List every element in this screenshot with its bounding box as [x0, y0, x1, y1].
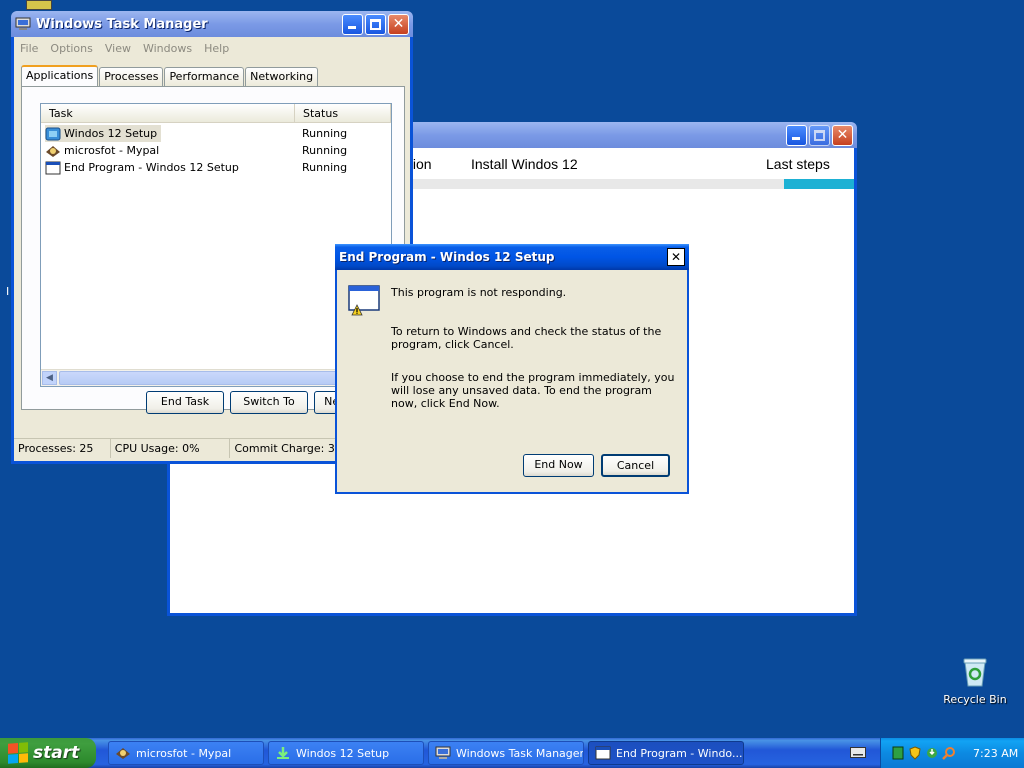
- dialog-message-3: If you choose to end the program immedia…: [391, 371, 675, 410]
- scroll-left-icon[interactable]: ◀: [42, 371, 57, 385]
- mypal-icon: [46, 145, 60, 157]
- warning-window-icon: [348, 285, 380, 316]
- dialog-message-1: This program is not responding.: [391, 286, 567, 299]
- taskmgr-icon: [435, 746, 451, 759]
- menu-view[interactable]: View: [105, 42, 131, 55]
- step-label: Install Windos 12: [471, 156, 578, 172]
- table-row[interactable]: End Program - Windos 12 Setup Running: [41, 159, 391, 176]
- mypal-icon: [116, 748, 130, 759]
- task-list-header: Task Status: [41, 104, 391, 123]
- taskbar: start microsfot - Mypal Windos 12 Setup …: [0, 738, 1024, 768]
- menu-options[interactable]: Options: [50, 42, 92, 55]
- taskbar-item-task-manager[interactable]: Windows Task Manager: [428, 741, 584, 765]
- taskbar-item-label: Windows Task Manager: [456, 746, 584, 760]
- column-status[interactable]: Status: [295, 104, 391, 122]
- dialog-titlebar[interactable]: End Program - Windos 12 Setup ✕: [335, 244, 689, 270]
- setup-progress-fill: [784, 179, 854, 189]
- maximize-button[interactable]: [809, 125, 830, 146]
- table-row[interactable]: microsfot - Mypal Running: [41, 142, 391, 159]
- tab-networking[interactable]: Networking: [245, 67, 319, 87]
- menu-bar: File Options View Windows Help: [14, 37, 410, 59]
- task-status: Running: [302, 127, 348, 140]
- window-icon: [45, 161, 61, 174]
- step-label: Last steps: [766, 156, 830, 172]
- close-button[interactable]: ✕: [667, 248, 685, 266]
- close-button[interactable]: ✕: [832, 125, 853, 146]
- taskbar-item-mypal[interactable]: microsfot - Mypal: [108, 741, 264, 765]
- menu-windows[interactable]: Windows: [143, 42, 192, 55]
- task-name: Windos 12 Setup: [64, 127, 158, 140]
- task-name: End Program - Windos 12 Setup: [64, 161, 239, 174]
- recycle-bin-icon: [963, 658, 987, 687]
- recycle-bin-label: Recycle Bin: [943, 693, 1007, 706]
- dialog-title: End Program - Windos 12 Setup: [339, 250, 555, 264]
- maximize-button[interactable]: [365, 14, 386, 35]
- setup-icon: [45, 127, 61, 140]
- table-row[interactable]: Windos 12 Setup Running: [41, 125, 391, 142]
- column-task[interactable]: Task: [41, 104, 295, 122]
- tab-performance[interactable]: Performance: [164, 67, 245, 87]
- task-status: Running: [302, 144, 348, 157]
- menu-file[interactable]: File: [20, 42, 38, 55]
- scroll-thumb[interactable]: [59, 371, 369, 385]
- text-cursor-icon: I: [6, 285, 10, 298]
- taskbar-item-label: microsfot - Mypal: [136, 746, 232, 760]
- start-button[interactable]: start: [0, 738, 96, 768]
- update-icon[interactable]: [925, 746, 939, 760]
- clock[interactable]: 7:23 AM: [973, 747, 1018, 760]
- taskbar-item-end-program[interactable]: End Program - Windo...: [588, 741, 744, 765]
- task-manager-titlebar[interactable]: Windows Task Manager ✕: [11, 11, 413, 37]
- end-program-dialog[interactable]: End Program - Windos 12 Setup ✕ This pro…: [335, 244, 689, 494]
- end-task-button[interactable]: End Task: [146, 391, 224, 414]
- security-shield-icon[interactable]: [908, 746, 922, 760]
- desktop-shortcut-icon[interactable]: [26, 0, 52, 10]
- recycle-bin[interactable]: Recycle Bin: [940, 656, 1010, 706]
- dialog-message-2: To return to Windows and check the statu…: [391, 325, 662, 351]
- end-now-button[interactable]: End Now: [523, 454, 594, 477]
- network-icon[interactable]: [891, 746, 905, 760]
- computer-icon: [15, 17, 31, 30]
- switch-to-button[interactable]: Switch To: [230, 391, 308, 414]
- task-status: Running: [302, 161, 348, 174]
- window-title: Windows Task Manager: [36, 16, 208, 32]
- window-icon: [595, 746, 611, 760]
- task-name: microsfot - Mypal: [64, 144, 160, 157]
- status-cpu: CPU Usage: 0%: [111, 439, 231, 458]
- taskbar-item-label: End Program - Windo...: [616, 746, 743, 760]
- setup-icon: [277, 747, 289, 759]
- minimize-button[interactable]: [342, 14, 363, 35]
- status-processes: Processes: 25: [14, 439, 111, 458]
- keyboard-icon[interactable]: [850, 747, 866, 758]
- close-button[interactable]: ✕: [388, 14, 409, 35]
- taskbar-item-label: Windos 12 Setup: [296, 746, 390, 760]
- menu-help[interactable]: Help: [204, 42, 229, 55]
- search-icon[interactable]: [942, 746, 956, 760]
- tab-processes[interactable]: Processes: [99, 67, 164, 87]
- system-tray: 7:23 AM: [880, 738, 1024, 768]
- minimize-button[interactable]: [786, 125, 807, 146]
- tab-applications[interactable]: Applications: [21, 65, 99, 87]
- tab-strip: Applications Processes Performance Netwo…: [21, 65, 319, 87]
- start-label: start: [33, 743, 80, 763]
- taskbar-item-setup[interactable]: Windos 12 Setup: [268, 741, 424, 765]
- windows-logo-icon: [8, 742, 28, 764]
- cancel-button[interactable]: Cancel: [601, 454, 670, 477]
